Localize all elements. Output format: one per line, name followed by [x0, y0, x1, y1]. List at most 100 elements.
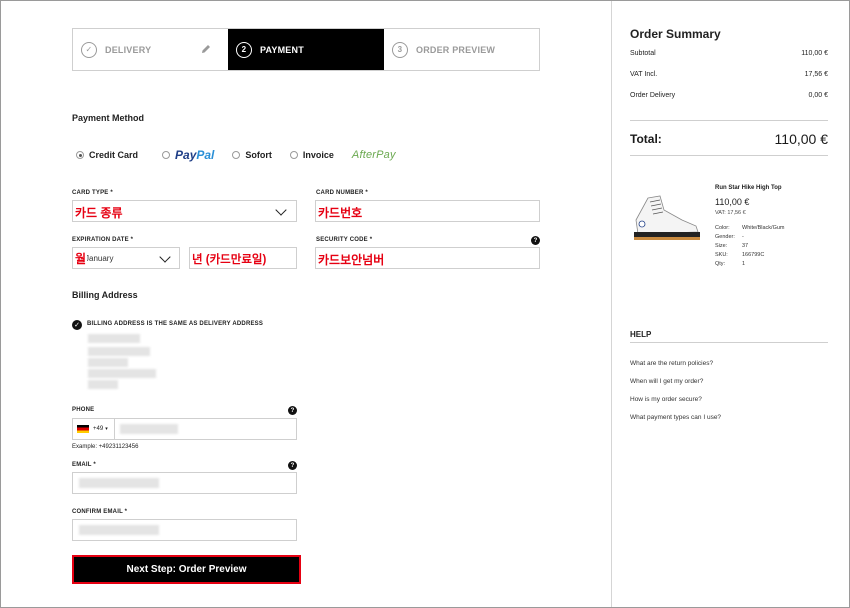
expiration-date-label: EXPIRATION DATE * — [72, 237, 134, 243]
radio-sofort[interactable] — [232, 151, 241, 159]
step-order-preview[interactable]: 3 ORDER PREVIEW — [384, 29, 539, 70]
redacted-address-line — [88, 369, 156, 378]
help-divider — [630, 342, 828, 343]
caret-down-icon: ▾ — [105, 426, 108, 432]
vat-value: 17,56 € — [804, 71, 828, 78]
total-label: Total: — [630, 132, 662, 146]
country-code-select[interactable]: +49 ▾ — [73, 419, 115, 439]
card-number-label: CARD NUMBER * — [316, 190, 368, 196]
redacted-address-line — [88, 334, 140, 343]
product-attribute: Size: 37 — [715, 243, 749, 249]
email-input[interactable] — [72, 472, 297, 494]
order-summary-title: Order Summary — [630, 27, 721, 41]
expiration-month-select[interactable]: January 월 — [72, 247, 180, 269]
redacted-address-line — [88, 358, 128, 367]
product-image — [634, 195, 700, 240]
billing-same-checkbox[interactable]: ✓ — [72, 320, 82, 330]
phone-example: Example: +49231123456 — [72, 444, 139, 450]
question-icon[interactable]: ? — [288, 406, 297, 415]
redacted-address-line — [88, 347, 150, 356]
product-price: 110,00 € — [715, 197, 750, 207]
card-type-label: CARD TYPE * — [72, 190, 113, 196]
step-number: 2 — [236, 41, 252, 58]
vat-label: VAT Incl. — [630, 71, 658, 78]
method-sofort[interactable]: Sofort — [232, 150, 272, 160]
expiration-year-select[interactable]: 년 (카드만료일) — [189, 247, 297, 269]
chevron-down-icon — [275, 204, 287, 216]
delivery-row: Order Delivery 0,00 € — [630, 92, 828, 99]
payment-method-options: Credit Card PayPal Sofort Invoice AfterP… — [76, 146, 414, 164]
redacted-address-line — [88, 380, 118, 389]
product-attribute: Gender: - — [715, 234, 744, 240]
confirm-email-input[interactable] — [72, 519, 297, 541]
help-link-delivery-time[interactable]: When will I get my order? — [630, 378, 703, 385]
pane-divider — [611, 1, 612, 607]
product-name[interactable]: Run Star Hike High Top — [715, 185, 782, 191]
month-value: January — [85, 254, 114, 263]
germany-flag-icon — [77, 425, 89, 433]
step-payment-label: PAYMENT — [260, 44, 304, 55]
delivery-value: 0,00 € — [808, 92, 828, 99]
paypal-logo: PayPal — [175, 148, 215, 162]
card-type-annotation: 카드 종류 — [75, 206, 123, 220]
afterpay-logo: AfterPay — [351, 149, 396, 161]
country-code-value: +49 — [93, 426, 104, 432]
checkout-steps: ✓ DELIVERY 2 PAYMENT 3 ORDER PREVIEW — [72, 28, 540, 71]
subtotal-label: Subtotal — [630, 50, 656, 57]
next-step-button[interactable]: Next Step: Order Preview — [72, 555, 301, 584]
method-invoice[interactable]: Invoice — [289, 150, 334, 160]
month-annotation: 월 — [75, 250, 88, 267]
card-number-input[interactable]: 카드번호 — [315, 200, 540, 222]
redacted-phone — [120, 424, 178, 434]
phone-label: PHONE — [72, 407, 95, 413]
card-number-annotation: 카드번호 — [318, 206, 363, 220]
redacted-email — [79, 478, 159, 488]
subtotal-row: Subtotal 110,00 € — [630, 50, 828, 57]
method-paypal[interactable]: PayPal — [162, 148, 214, 162]
radio-paypal[interactable] — [162, 151, 171, 159]
security-code-input[interactable]: 카드보안넘버 — [315, 247, 540, 269]
email-label: EMAIL * — [72, 462, 96, 468]
year-annotation: 년 (카드만료일) — [192, 254, 267, 266]
payment-method-title: Payment Method — [72, 113, 145, 123]
confirm-email-label: CONFIRM EMAIL * — [72, 509, 128, 515]
help-link-payment-types[interactable]: What payment types can I use? — [630, 414, 721, 421]
step-payment[interactable]: 2 PAYMENT — [228, 29, 384, 70]
total-value: 110,00 € — [774, 131, 828, 147]
method-afterpay[interactable]: AfterPay — [352, 149, 396, 161]
total-row: Total: 110,00 € — [630, 131, 828, 147]
card-type-select[interactable]: 카드 종류 — [72, 200, 297, 222]
billing-same-label: BILLING ADDRESS IS THE SAME AS DELIVERY … — [87, 321, 264, 327]
step-delivery-label: DELIVERY — [105, 44, 152, 55]
question-icon[interactable]: ? — [531, 236, 540, 245]
radio-credit-card[interactable] — [76, 151, 84, 159]
product-attribute: Qty: 1 — [715, 261, 746, 267]
security-code-label: SECURITY CODE * — [316, 237, 373, 243]
product-vat: VAT: 17,56 € — [715, 210, 746, 216]
help-link-returns[interactable]: What are the return policies? — [630, 360, 713, 367]
phone-input[interactable]: +49 ▾ — [72, 418, 297, 440]
help-title: HELP — [630, 330, 652, 339]
billing-address-title: Billing Address — [72, 290, 138, 300]
method-label: Credit Card — [89, 150, 139, 160]
product-attribute: SKU: 166799C — [715, 252, 765, 258]
step-delivery[interactable]: ✓ DELIVERY — [73, 29, 228, 70]
help-link-security[interactable]: How is my order secure? — [630, 396, 702, 403]
step-number: 3 — [392, 41, 408, 58]
vat-row: VAT Incl. 17,56 € — [630, 71, 828, 78]
summary-divider — [630, 120, 828, 121]
step-order-preview-label: ORDER PREVIEW — [416, 44, 496, 55]
method-label: Sofort — [245, 150, 272, 160]
summary-divider — [630, 155, 828, 156]
subtotal-value: 110,00 € — [801, 50, 828, 57]
method-credit-card[interactable]: Credit Card — [76, 150, 138, 160]
method-label: Invoice — [302, 150, 334, 160]
radio-invoice[interactable] — [289, 151, 298, 159]
delivery-label: Order Delivery — [630, 92, 676, 99]
question-icon[interactable]: ? — [288, 461, 297, 470]
pencil-icon[interactable] — [200, 43, 212, 55]
product-attribute: Color: White/Black/Gum — [715, 225, 785, 231]
security-code-annotation: 카드보안넘버 — [318, 253, 385, 267]
check-icon: ✓ — [81, 41, 97, 58]
redacted-email — [79, 525, 159, 535]
